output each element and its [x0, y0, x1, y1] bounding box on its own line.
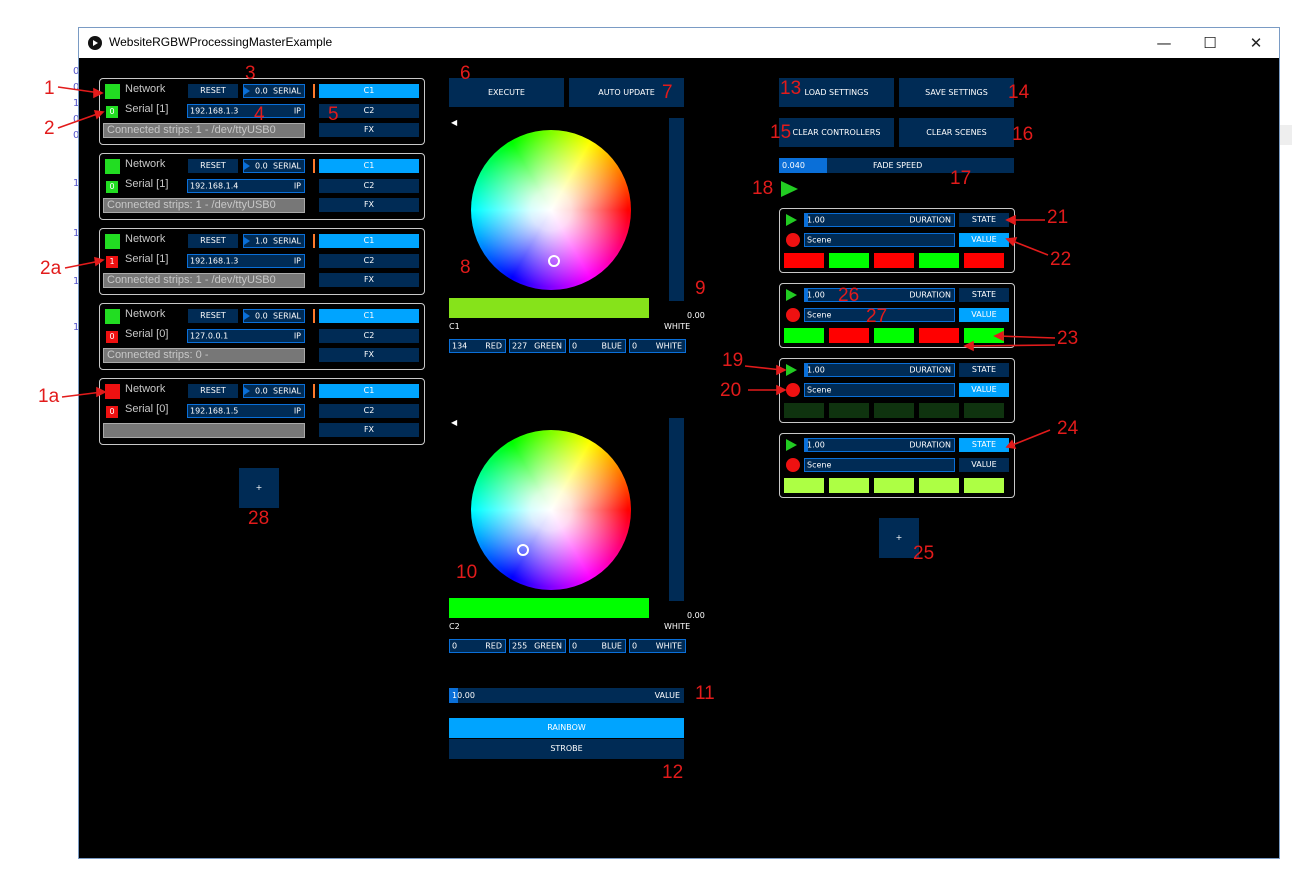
arrow-23b: [967, 344, 1056, 347]
arrow-24: [1009, 429, 1051, 447]
arrow-2a: [64, 260, 101, 269]
arrow-2: [57, 112, 101, 129]
arrow-23: [997, 335, 1056, 339]
annotation-arrows: [57, 86, 1056, 449]
arrow-1a: [61, 391, 103, 398]
arrow-22: [1009, 239, 1049, 256]
